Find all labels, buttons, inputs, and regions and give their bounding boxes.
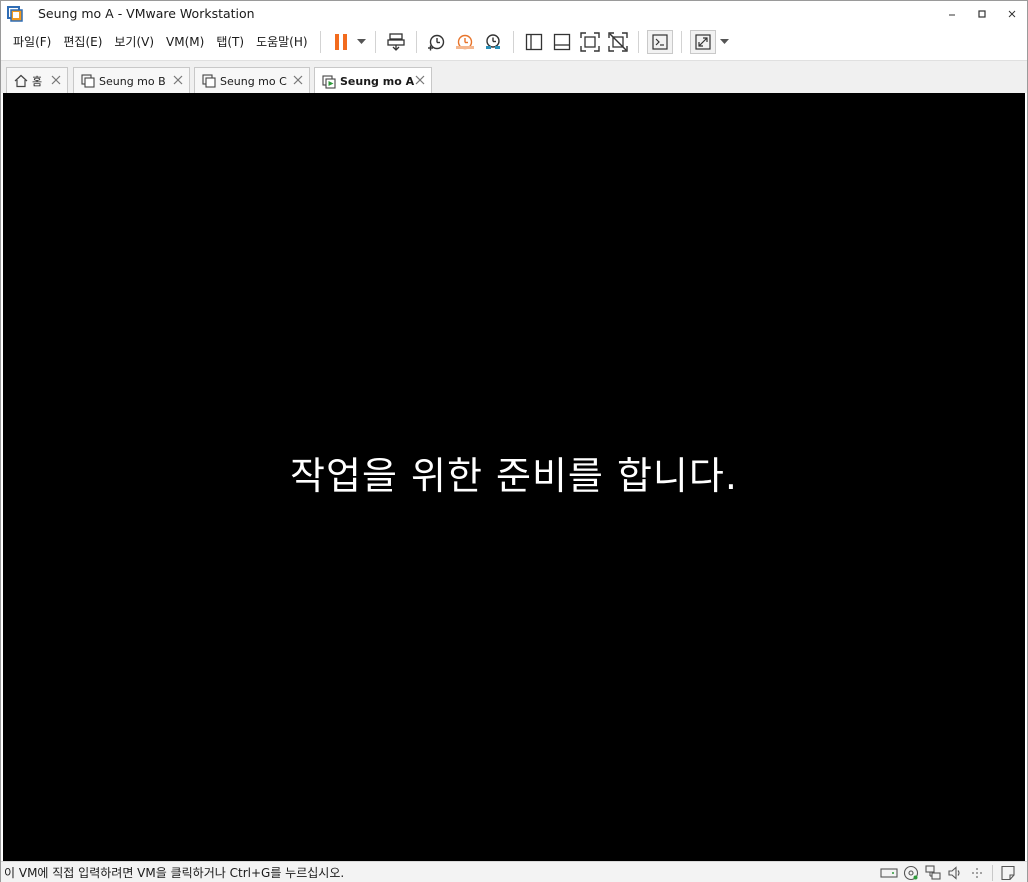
unity-button[interactable]: [604, 29, 632, 55]
tab-seung-mo-a[interactable]: Seung mo A: [314, 67, 432, 95]
pause-icon: [334, 34, 347, 50]
show-library-button[interactable]: [520, 29, 548, 55]
device-activity-icon: [972, 868, 982, 878]
tab-label: Seung mo A: [340, 75, 415, 88]
tab-home[interactable]: 홈: [6, 67, 68, 94]
stretch-icon: [694, 34, 711, 50]
toolbar-separator: [512, 31, 514, 53]
console-icon: [651, 34, 668, 50]
cd-dvd-status[interactable]: [900, 864, 922, 882]
minimize-button[interactable]: [937, 1, 967, 26]
toolbar-separator: [415, 31, 417, 53]
snapshot-take-icon: [427, 34, 444, 51]
device-status-icons: [878, 864, 1019, 882]
message-log-button[interactable]: [997, 864, 1019, 882]
status-separator: [992, 865, 993, 881]
vmware-window: Seung mo A - VMware Workstation 파일(F) 편집…: [0, 0, 1028, 882]
vm-running-icon: [322, 74, 336, 89]
send-keys-icon: [386, 33, 405, 51]
network-adapter-icon: [925, 865, 941, 880]
message-log-icon: [1001, 865, 1015, 881]
menu-edit[interactable]: 편집(E): [57, 31, 108, 53]
network-adapter-status[interactable]: [922, 864, 944, 882]
toolbar-separator: [637, 31, 639, 53]
console-view-button[interactable]: [646, 30, 673, 54]
hard-disk-icon: [880, 868, 898, 878]
send-ctrl-alt-del-button[interactable]: [382, 29, 410, 55]
home-icon: [14, 74, 28, 88]
stretch-guest-button[interactable]: [689, 30, 716, 54]
unity-icon: [607, 32, 628, 52]
speaker-icon: [948, 866, 960, 880]
toolbar-separator: [319, 31, 321, 53]
close-tab-icon[interactable]: [414, 74, 426, 86]
close-tab-icon[interactable]: [50, 74, 62, 86]
guest-status-message: 작업을 위한 준비를 합니다.: [290, 454, 738, 498]
bluetooth-status[interactable]: [966, 864, 988, 882]
close-button[interactable]: [997, 1, 1027, 26]
vm-icon: [202, 74, 216, 88]
pause-button[interactable]: [327, 29, 355, 55]
maximize-button[interactable]: [967, 1, 997, 26]
close-icon: [1008, 10, 1016, 17]
status-hint: 이 VM에 직접 입력하려면 VM을 클릭하거나 Ctrl+G를 누르십시오.: [4, 865, 345, 880]
stretch-dropdown-button[interactable]: [718, 29, 732, 55]
cd-dvd-icon: [903, 865, 919, 881]
toolbar-separator: [374, 31, 376, 53]
vm-console[interactable]: 작업을 위한 준비를 합니다.: [3, 93, 1025, 861]
tab-seung-mo-b[interactable]: Seung mo B: [73, 67, 190, 94]
minimize-icon: [949, 14, 955, 15]
take-snapshot-button[interactable]: [423, 29, 451, 55]
close-tab-icon[interactable]: [292, 74, 304, 86]
tab-label: 홈: [32, 75, 43, 88]
title-bar: Seung mo A - VMware Workstation: [1, 1, 1027, 26]
tab-label: Seung mo B: [99, 74, 166, 88]
thumbnail-bar-icon: [553, 33, 570, 51]
chevron-down-icon: [720, 39, 730, 44]
fullscreen-icon: [579, 32, 600, 52]
menu-help[interactable]: 도움말(H): [250, 31, 314, 53]
library-icon: [525, 33, 542, 51]
snapshot-manager-icon: [485, 34, 500, 49]
maximize-icon: [978, 9, 986, 18]
window-title: Seung mo A - VMware Workstation: [38, 6, 255, 21]
toolbar-separator: [680, 31, 682, 53]
thumbnail-bar-button[interactable]: [548, 29, 576, 55]
menu-view[interactable]: 보기(V): [108, 31, 160, 53]
snapshot-revert-icon: [455, 34, 474, 50]
window-controls: [937, 1, 1027, 26]
power-dropdown-button[interactable]: [355, 29, 369, 55]
hard-disk-status[interactable]: [878, 864, 900, 882]
revert-snapshot-button[interactable]: [451, 29, 479, 55]
vm-icon: [81, 74, 95, 88]
tab-seung-mo-c[interactable]: Seung mo C: [194, 67, 310, 94]
snapshot-manager-button[interactable]: [479, 29, 507, 55]
full-screen-button[interactable]: [576, 29, 604, 55]
vm-tab-strip: 홈 Seung mo B Seung mo C Seung mo A: [1, 60, 1027, 95]
menu-vm[interactable]: VM(M): [160, 31, 210, 53]
chevron-down-icon: [357, 39, 367, 44]
sound-card-status[interactable]: [944, 864, 966, 882]
menu-toolbar: 파일(F) 편집(E) 보기(V) VM(M) 탭(T) 도움말(H): [1, 26, 1027, 58]
tab-label: Seung mo C: [220, 74, 287, 88]
menu-file[interactable]: 파일(F): [7, 31, 57, 53]
vmware-app-icon: [7, 5, 23, 22]
status-bar: 이 VM에 직접 입력하려면 VM을 클릭하거나 Ctrl+G를 누르십시오.: [1, 861, 1027, 882]
menu-tabs[interactable]: 탭(T): [210, 31, 250, 53]
close-tab-icon[interactable]: [172, 74, 184, 86]
